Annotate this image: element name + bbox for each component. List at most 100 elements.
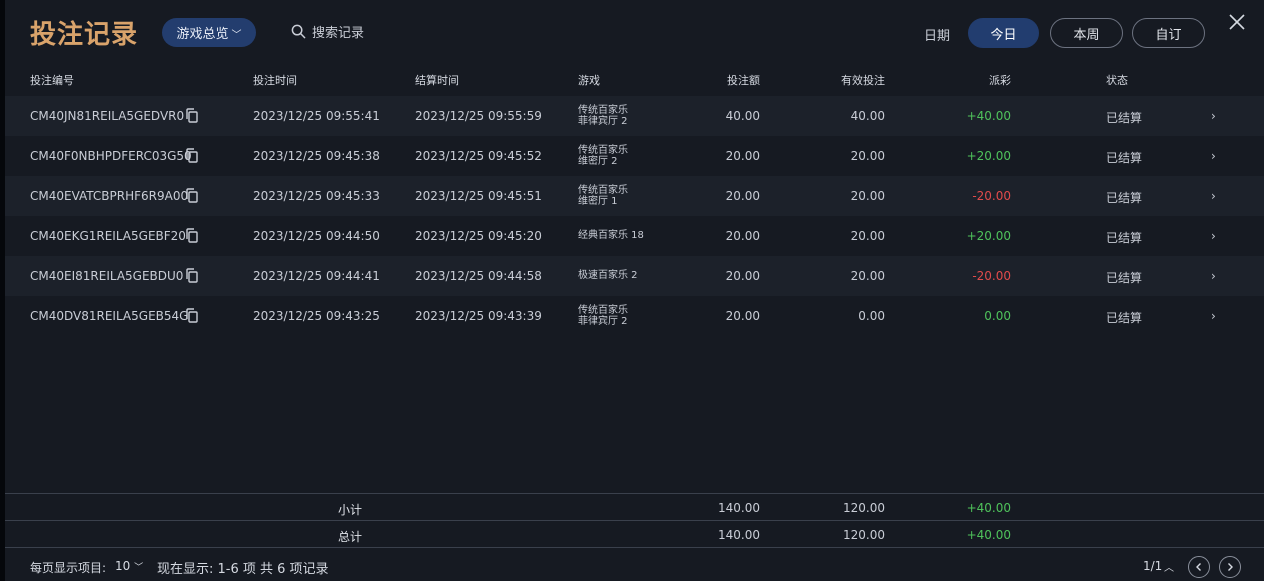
valid-bet: 20.00 (850, 269, 885, 283)
per-page-select[interactable]: 10 ﹀ (115, 559, 143, 573)
close-icon[interactable] (1227, 12, 1247, 32)
prev-page-button[interactable] (1188, 556, 1210, 578)
chevron-right-icon[interactable]: › (1211, 269, 1216, 283)
status: 已结算 (1106, 311, 1143, 325)
status: 已结算 (1106, 191, 1143, 205)
total-label: 总计 (338, 530, 363, 544)
col-valid-bet: 有效投注 (841, 74, 885, 87)
showing-info: 现在显示: 1-6 项 共 6 项记录 (157, 562, 329, 577)
table-row[interactable]: CM40F0NBHPDFERC03G50 2023/12/25 09:45:38… (5, 136, 1264, 176)
valid-bet: 40.00 (850, 109, 885, 123)
subtotal-label: 小计 (338, 503, 363, 517)
copy-icon[interactable] (185, 308, 199, 323)
per-page-label: 每页显示项目: (30, 561, 107, 575)
table-row[interactable]: CM40EI81REILA5GEBDU0 2023/12/25 09:44:41… (5, 256, 1264, 296)
bet-time: 2023/12/25 09:55:41 (253, 109, 380, 123)
this-week-button[interactable]: 本周 (1050, 18, 1123, 48)
settle-time: 2023/12/25 09:45:52 (415, 149, 542, 163)
chevron-right-icon[interactable]: › (1211, 189, 1216, 203)
bet-time: 2023/12/25 09:45:33 (253, 189, 380, 203)
settle-time: 2023/12/25 09:45:20 (415, 229, 542, 243)
col-bet-id: 投注编号 (30, 74, 74, 87)
valid-bet: 20.00 (850, 149, 885, 163)
subtotal-valid: 120.00 (843, 501, 885, 515)
bet-id: CM40DV81REILA5GEB54G (30, 309, 189, 323)
table-row[interactable]: CM40DV81REILA5GEB54G 2023/12/25 09:43:25… (5, 296, 1264, 336)
search-records[interactable]: 搜索记录 (291, 22, 364, 41)
bet-time: 2023/12/25 09:44:50 (253, 229, 380, 243)
game-filter-dropdown[interactable]: 游戏总览 ﹀ (162, 18, 256, 47)
bet-amount: 20.00 (725, 309, 760, 323)
valid-bet: 0.00 (858, 309, 885, 323)
copy-icon[interactable] (185, 148, 199, 163)
settle-time: 2023/12/25 09:55:59 (415, 109, 542, 123)
game-name: 传统百家乐 菲律宾厅 2 (578, 305, 628, 327)
bet-id: CM40JN81REILA5GEDVR0 (30, 109, 185, 123)
valid-bet: 20.00 (850, 189, 885, 203)
search-placeholder: 搜索记录 (312, 26, 365, 41)
table-row[interactable]: CM40JN81REILA5GEDVR0 2023/12/25 09:55:41… (5, 96, 1264, 136)
valid-bet: 20.00 (850, 229, 885, 243)
bet-amount: 20.00 (725, 229, 760, 243)
game-filter-label: 游戏总览 (176, 27, 229, 42)
table-header: 投注编号 投注时间 结算时间 游戏 投注额 有效投注 派彩 状态 (5, 72, 1264, 94)
payout: +20.00 (966, 149, 1011, 163)
status: 已结算 (1106, 271, 1143, 285)
bet-id: CM40EKG1REILA5GEBF20 (30, 229, 186, 243)
pagination-footer: 每页显示项目: 10 ﹀ 现在显示: 1-6 项 共 6 项记录 1/1 ︿ (5, 550, 1264, 581)
status: 已结算 (1106, 231, 1143, 245)
status: 已结算 (1106, 111, 1143, 125)
search-icon (291, 24, 306, 39)
total-valid: 120.00 (843, 528, 885, 542)
copy-icon[interactable] (185, 268, 199, 283)
game-name: 经典百家乐 18 (578, 230, 644, 241)
payout: +40.00 (966, 109, 1011, 123)
chevron-right-icon[interactable]: › (1211, 109, 1216, 123)
subtotal-row: 小计 140.00 120.00 +40.00 (5, 494, 1264, 520)
bet-id: CM40EI81REILA5GEBDU0 (30, 269, 184, 283)
game-name: 传统百家乐 维密厅 2 (578, 145, 628, 167)
payout: -20.00 (972, 269, 1011, 283)
bet-id: CM40EVATCBPRHF6R9A00 (30, 189, 189, 203)
settle-time: 2023/12/25 09:45:51 (415, 189, 542, 203)
bet-time: 2023/12/25 09:45:38 (253, 149, 380, 163)
chevron-right-icon (1228, 563, 1233, 571)
bet-amount: 20.00 (725, 149, 760, 163)
bet-amount: 20.00 (725, 269, 760, 283)
table-row[interactable]: CM40EKG1REILA5GEBF20 2023/12/25 09:44:50… (5, 216, 1264, 256)
total-row: 总计 140.00 120.00 +40.00 (5, 521, 1264, 547)
chevron-right-icon[interactable]: › (1211, 309, 1216, 323)
next-page-button[interactable] (1219, 556, 1241, 578)
col-payout: 派彩 (989, 74, 1011, 87)
chevron-right-icon[interactable]: › (1211, 149, 1216, 163)
payout: -20.00 (972, 189, 1011, 203)
today-button[interactable]: 今日 (968, 18, 1039, 48)
col-bet-amount: 投注额 (727, 74, 760, 87)
bet-records-panel: 投注记录 游戏总览 ﹀ 搜索记录 日期 今日 本周 自订 投注编号 投注时间 结… (5, 0, 1264, 581)
bet-time: 2023/12/25 09:43:25 (253, 309, 380, 323)
col-settle-time: 结算时间 (415, 74, 459, 87)
chevron-down-icon: ﹀ (231, 30, 242, 41)
total-payout: +40.00 (966, 528, 1011, 542)
col-game: 游戏 (578, 74, 600, 87)
page-title: 投注记录 (30, 20, 139, 50)
copy-icon[interactable] (185, 228, 199, 243)
status: 已结算 (1106, 151, 1143, 165)
bet-amount: 20.00 (725, 189, 760, 203)
subtotal-amount: 140.00 (718, 501, 760, 515)
col-status: 状态 (1106, 74, 1128, 87)
chevron-left-icon (1196, 563, 1201, 571)
bet-id: CM40F0NBHPDFERC03G50 (30, 149, 192, 163)
copy-icon[interactable] (185, 188, 199, 203)
table-row[interactable]: CM40EVATCBPRHF6R9A00 2023/12/25 09:45:33… (5, 176, 1264, 216)
payout: +20.00 (966, 229, 1011, 243)
chevron-right-icon[interactable]: › (1211, 229, 1216, 243)
copy-icon[interactable] (185, 108, 199, 123)
custom-date-button[interactable]: 自订 (1132, 18, 1205, 48)
chevron-up-icon[interactable]: ︿ (1164, 559, 1174, 574)
settle-time: 2023/12/25 09:44:58 (415, 269, 542, 283)
col-bet-time: 投注时间 (253, 74, 297, 87)
game-name: 传统百家乐 维密厅 1 (578, 185, 628, 207)
payout: 0.00 (984, 309, 1011, 323)
divider (5, 547, 1264, 548)
